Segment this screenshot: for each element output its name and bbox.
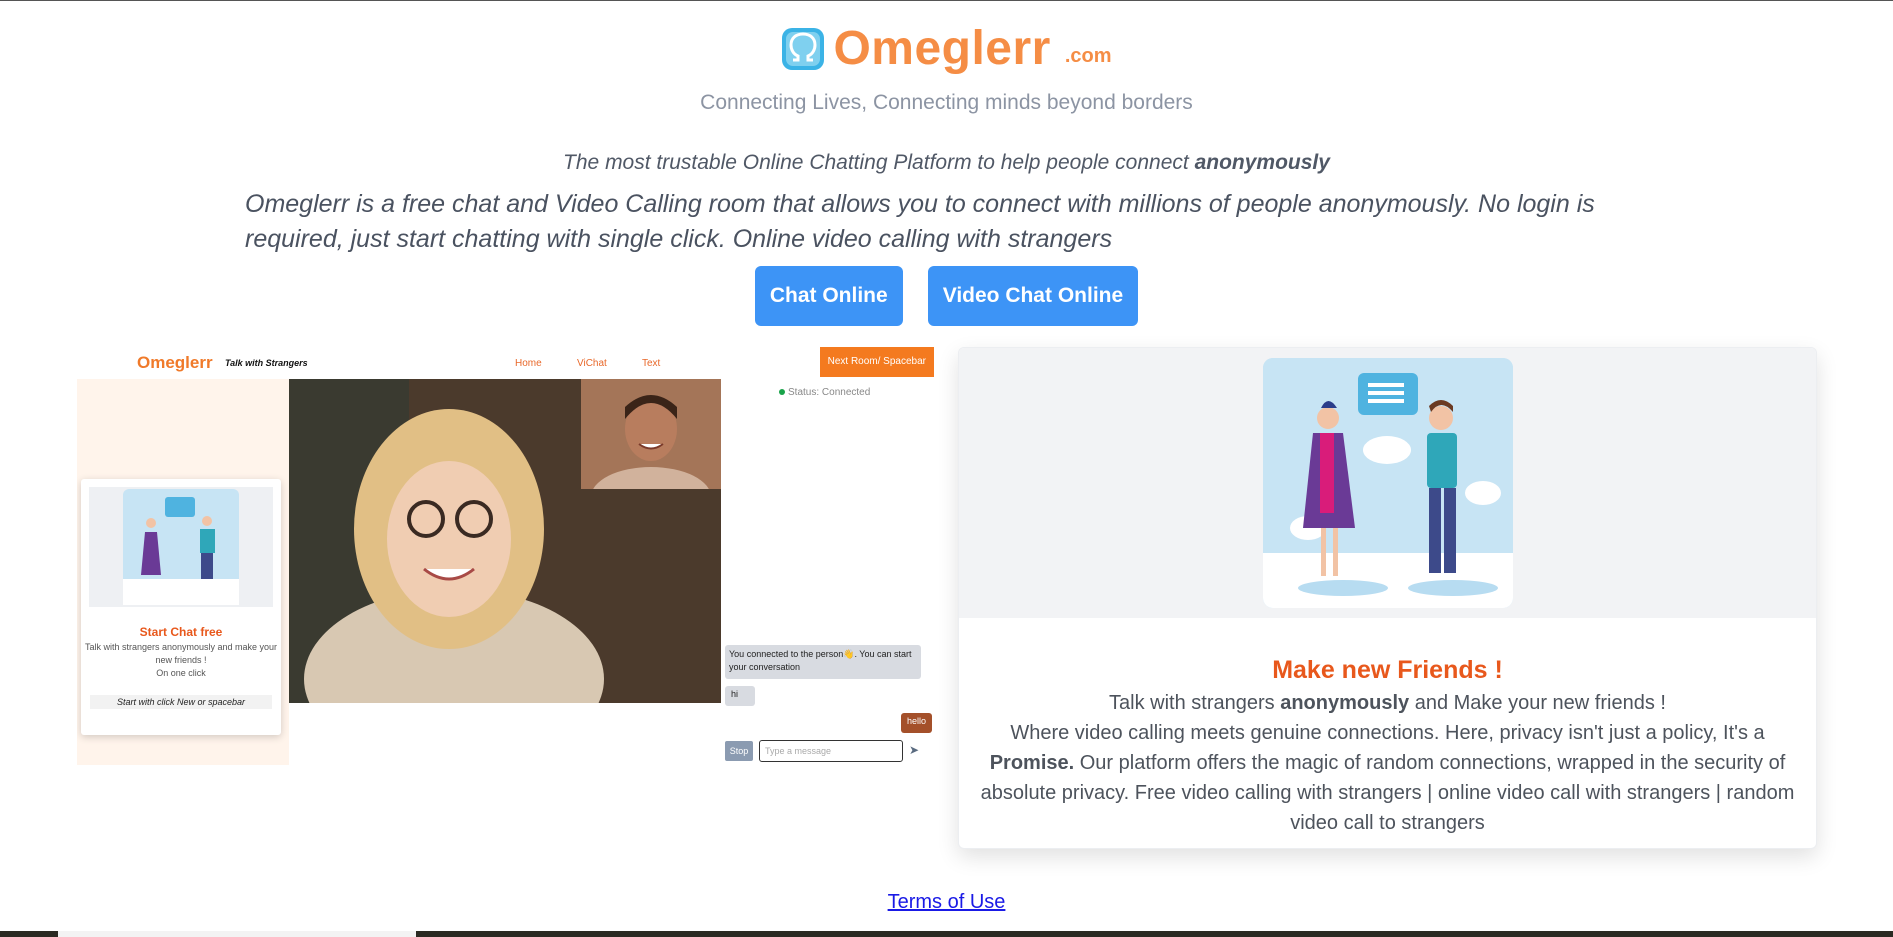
preview-brand: Omeglerr [137, 353, 213, 372]
chat-online-button[interactable]: Chat Online [754, 266, 903, 326]
brand-suffix: .com [1064, 45, 1112, 67]
feature-line-1-a: Talk with strangers [1109, 692, 1275, 714]
tagline: Connecting Lives, Connecting minds beyon… [700, 91, 1193, 114]
site-description: Omeglerr is a free chat and Video Callin… [245, 190, 1595, 253]
bottom-strip-segment [58, 931, 416, 937]
preview-message-input: Type a message [759, 740, 903, 762]
preview-card-illustration [89, 487, 273, 607]
preview-status-text: Status: Connected [788, 387, 871, 398]
cta-buttons: Chat Online Video Chat Online [0, 266, 1893, 326]
preview-incoming-message: hi [725, 686, 755, 706]
app-preview-screenshot: Omeglerr Talk with Strangers Home ViChat… [77, 347, 934, 765]
brand[interactable]: Omeglerr .com [781, 21, 1112, 76]
feature-paragraph-a: Where video calling meets genuine connec… [1010, 722, 1765, 744]
preview-outgoing-message: hello [900, 713, 932, 733]
preview-chat-panel: Status: Connected You connected to the p… [721, 379, 934, 765]
preview-start-card: Start Chat free Talk with strangers anon… [81, 479, 281, 735]
preview-card-text: Talk with strangers anonymously and make… [81, 641, 281, 680]
feature-paragraph-c: Our platform offers the magic of random … [980, 752, 1795, 834]
terms-of-use-link[interactable]: Terms of Use [0, 891, 1893, 914]
friends-illustration-icon [1263, 358, 1513, 608]
preview-nav-text: Text [642, 358, 661, 369]
preview-card-start-button: Start with click New or spacebar [90, 695, 272, 709]
preview-system-message: You connected to the person👋. You can st… [725, 645, 921, 679]
brand-name: Omeglerr [833, 22, 1051, 75]
feature-paragraph: Where video calling meets genuine connec… [969, 718, 1806, 838]
preview-card-line2: On one click [156, 668, 206, 678]
preview-next-room-button: Next Room/ Spacebar [819, 347, 934, 377]
feature-line-1-c: and Make your new friends ! [1414, 692, 1666, 714]
feature-line-1-emphasis: anonymously [1280, 692, 1410, 714]
preview-card-title: Start Chat free [139, 625, 223, 639]
feature-card: Make new Friends ! Talk with strangers a… [958, 347, 1817, 849]
preview-status: Status: Connected [779, 387, 870, 398]
man-video-image [581, 379, 721, 527]
preview-navbar: Omeglerr Talk with Strangers Home ViChat… [77, 347, 934, 379]
trust-text: The most trustable Online Chatting Platf… [563, 151, 1189, 174]
preview-slogan: Talk with Strangers [225, 358, 308, 368]
preview-nav-vichat: ViChat [577, 358, 607, 369]
preview-nav-home: Home [515, 358, 542, 369]
video-chat-online-button[interactable]: Video Chat Online [927, 266, 1139, 326]
trust-emphasis: anonymously [1194, 151, 1330, 174]
site-header: Omeglerr .com [0, 21, 1893, 76]
feature-description: Talk with strangers anonymously and Make… [969, 688, 1806, 838]
omegle-logo-icon [782, 27, 825, 70]
preview-video-stream [289, 379, 721, 703]
status-dot-icon [779, 389, 785, 395]
feature-illustration [1263, 358, 1513, 608]
preview-stop-button: Stop [725, 741, 753, 761]
friends-illustration-icon [123, 489, 239, 605]
preview-self-video [581, 379, 721, 527]
trust-statement: The most trustable Online Chatting Platf… [0, 151, 1893, 175]
send-icon: ➤ [909, 743, 920, 757]
feature-title: Make new Friends ! [1272, 656, 1503, 684]
feature-image-area [959, 348, 1816, 618]
bottom-strip [0, 931, 1893, 937]
feature-line-1: Talk with strangers anonymously and Make… [969, 688, 1806, 718]
feature-paragraph-emphasis: Promise. [989, 752, 1075, 774]
preview-sidebar: Start Chat free Talk with strangers anon… [77, 379, 289, 765]
preview-card-line: Talk with strangers anonymously and make… [84, 642, 278, 665]
